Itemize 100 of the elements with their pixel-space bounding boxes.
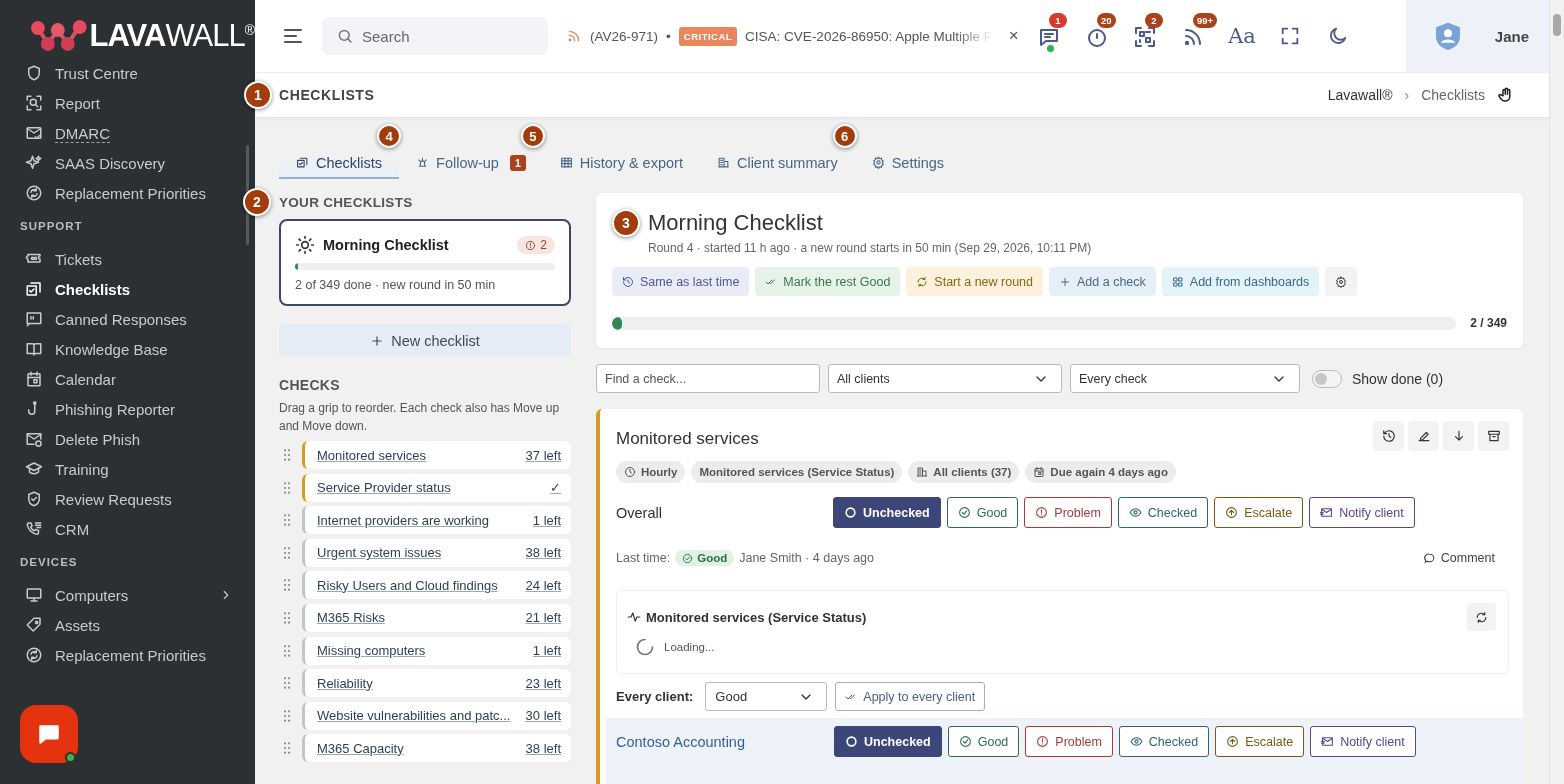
check-link[interactable]: M365 Risks 21 left (302, 603, 571, 632)
sidebar-item[interactable]: Computers (0, 580, 239, 610)
action-button[interactable]: Start a new round (906, 267, 1043, 296)
notification-button[interactable]: 99+ (1181, 13, 1223, 53)
chat-button[interactable] (20, 705, 78, 763)
status-button[interactable]: Escalate (1214, 497, 1304, 528)
font-button[interactable]: Aa (1229, 23, 1255, 49)
check-link[interactable]: Risky Users and Cloud findings 24 left (302, 571, 571, 600)
check-link[interactable]: M365 Capacity 38 left (302, 734, 571, 763)
count-badge: 1 (1049, 13, 1067, 28)
callout-marker: 5 (520, 124, 545, 148)
check-link[interactable]: Service Provider status ✓ (302, 473, 571, 502)
status-button[interactable]: Checked (1117, 497, 1209, 528)
info-chip: All clients (37) (908, 461, 1020, 483)
status-button[interactable]: Unchecked (834, 726, 942, 757)
client-dropdown[interactable]: All clients (828, 364, 1062, 393)
status-button[interactable]: Notify client (1309, 497, 1415, 528)
toggle-switch[interactable] (1312, 369, 1342, 388)
action-button[interactable]: Same as last time (612, 267, 750, 296)
eye-icon (1128, 506, 1142, 519)
status-button[interactable]: Good (946, 497, 1019, 528)
status-button[interactable]: Checked (1118, 726, 1210, 757)
search-field[interactable]: Find a check... (596, 364, 820, 393)
check-link[interactable]: Internet providers are working 1 left (302, 506, 571, 535)
tab[interactable]: Client summary (699, 148, 855, 179)
check-circle-icon (957, 506, 971, 519)
sidebar-item[interactable]: CRM (0, 514, 239, 544)
sidebar-item[interactable]: Review Requests (0, 484, 239, 514)
notification-button[interactable]: 2 (1133, 13, 1175, 53)
check-link[interactable]: Missing computers 1 left (302, 636, 571, 665)
status-button[interactable]: Problem (1025, 726, 1113, 757)
mail-check-icon (25, 124, 43, 142)
toggle-label: Show done (0) (1352, 370, 1444, 387)
sidebar-item[interactable]: Trust Centre (0, 58, 239, 88)
check-link[interactable]: Monitored services 37 left (302, 441, 571, 469)
sidebar-item[interactable]: Knowledge Base (0, 334, 239, 364)
archive-button[interactable] (1478, 421, 1509, 451)
pencil-icon (1416, 429, 1431, 443)
sidebar-item[interactable]: Training (0, 454, 239, 484)
settings-button[interactable] (1325, 267, 1358, 296)
check-dropdown[interactable]: Every check (1070, 364, 1300, 393)
sidebar-item[interactable]: Canned Responses (0, 304, 239, 334)
action-button[interactable]: Mark the rest Good (755, 267, 901, 296)
status-button[interactable]: Problem (1024, 497, 1112, 528)
callout-marker: 2 (243, 188, 271, 216)
action-button[interactable]: Add a check (1049, 267, 1156, 296)
status-badge: Good (675, 550, 735, 566)
sidebar-item[interactable]: Assets (0, 610, 239, 640)
close-button[interactable]: × (1008, 26, 1019, 46)
sidebar-item[interactable]: Phishing Reporter (0, 394, 239, 424)
plus-icon (1059, 275, 1071, 288)
breadcrumb-separator: › (1404, 87, 1410, 103)
quote-box-icon (25, 310, 43, 328)
edit-button[interactable] (1408, 421, 1439, 451)
comment-button[interactable]: Comment (1422, 551, 1495, 565)
sidebar-item[interactable]: Delete Phish (0, 424, 239, 454)
callout-marker: 3 (612, 209, 640, 237)
notification-button[interactable]: 1 (1037, 13, 1079, 53)
section-heading: SUPPORT (19, 219, 84, 234)
sidebar-item[interactable]: SAAS Discovery (0, 148, 239, 178)
arrow-up-circle-icon (1226, 735, 1240, 748)
status-button[interactable]: Good (947, 726, 1020, 757)
check-link[interactable]: Reliability 23 left (302, 669, 571, 698)
moon-icon (1327, 25, 1349, 47)
checklist-card[interactable]: Morning Checklist 2 2 of 349 done · new round in 50 min (279, 219, 571, 306)
sidebar-item[interactable]: Replacement Priorities (0, 178, 239, 208)
status-dropdown[interactable]: Good (705, 682, 828, 711)
sidebar-item[interactable]: DMARC (0, 118, 239, 148)
refresh-button[interactable] (1467, 603, 1496, 631)
sidebar-item[interactable]: Tickets (0, 244, 239, 274)
magnifier-frame-icon (25, 94, 43, 112)
sparkle-icon (25, 154, 43, 172)
action-button[interactable]: Add from dashboards (1161, 267, 1320, 296)
scrollbar[interactable] (1549, 0, 1564, 784)
sidebar-item[interactable]: Replacement Priorities (0, 640, 239, 670)
check-link[interactable]: Website vulnerabilities and patc... 30 left (302, 701, 571, 730)
user-name[interactable]: Jane (1494, 27, 1529, 45)
new-checklist-button[interactable]: New checklist (279, 324, 571, 357)
status-button[interactable]: Escalate (1215, 726, 1305, 757)
tab[interactable]: History & export (542, 148, 700, 179)
tab[interactable]: Follow-up 1 (399, 148, 543, 179)
client-link[interactable]: Contoso Accounting (616, 733, 834, 750)
apply-button[interactable]: Apply to every client (835, 682, 986, 711)
breadcrumb-link[interactable]: Lavawall® (1327, 87, 1393, 103)
phone-list-icon (25, 520, 43, 538)
tab[interactable]: Settings (854, 148, 962, 179)
qr-code-icon (1133, 25, 1157, 49)
sidebar-item[interactable]: Calendar (0, 364, 239, 394)
alert-circle-icon (1035, 506, 1049, 519)
status-button[interactable]: Notify client (1310, 726, 1416, 757)
check-link[interactable]: Urgent system issues 38 left (302, 538, 571, 567)
sidebar-item[interactable]: Checklists (0, 274, 239, 304)
history-button[interactable] (1373, 421, 1404, 451)
open-circle-icon (845, 735, 858, 748)
notification-button[interactable]: 20 (1085, 13, 1127, 53)
info-chip: Hourly (616, 461, 686, 483)
search-field[interactable]: Search (322, 17, 548, 55)
sidebar-item[interactable]: Report (0, 88, 239, 118)
status-button[interactable]: Unchecked (833, 497, 941, 528)
ticker-text: (AV26-971) (590, 28, 659, 44)
